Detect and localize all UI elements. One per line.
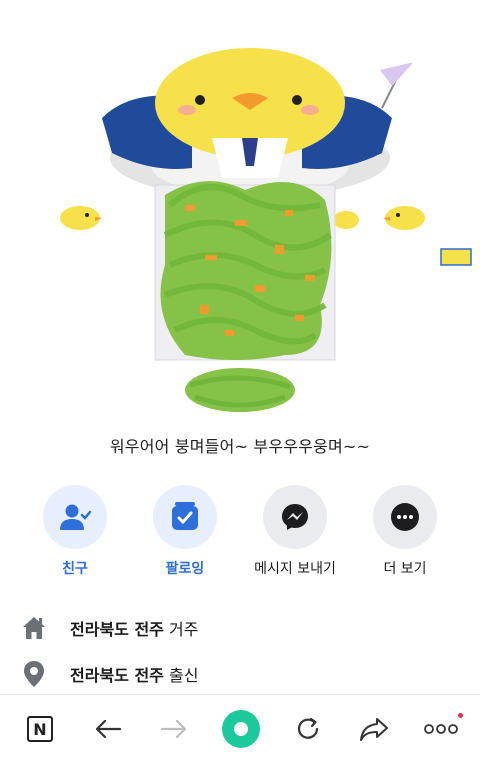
following-button[interactable]: 팔로잉 [130,485,240,578]
messenger-icon [263,485,327,549]
mini-image-thumbnail-icon [440,248,472,266]
residence-suffix: 거주 [168,620,199,639]
following-label: 팔로잉 [165,561,205,577]
friend-button[interactable]: 친구 [20,485,130,578]
notification-dot [458,713,463,718]
browser-bottom-bar: N [0,694,480,763]
profile-actions: 친구 팔로잉 메시지 보내기 더 보기 [0,485,480,585]
send-message-button[interactable]: 메시지 보내기 [240,485,350,578]
refresh-icon[interactable] [290,711,326,747]
mini-chick-right-icon [383,206,425,230]
n-logo-icon[interactable]: N [22,711,58,747]
hometown-suffix: 출신 [168,666,199,685]
profile-photo[interactable] [145,165,345,415]
info-row-hometown: 전라북도 전주 출신 [0,652,480,692]
share-icon[interactable] [356,711,392,747]
more-label: 더 보기 [383,561,427,577]
forward-arrow-icon[interactable] [156,711,192,747]
mini-chick-left-icon [60,206,102,230]
back-arrow-icon[interactable] [90,711,126,747]
more-dots-icon[interactable] [420,711,462,747]
more-icon [373,485,437,549]
residence-place: 전라북도 전주 [70,620,164,639]
send-message-label: 메시지 보내기 [254,561,336,577]
more-button[interactable]: 더 보기 [350,485,460,578]
home-icon [20,614,48,642]
green-home-icon[interactable] [220,708,262,750]
friend-label: 친구 [62,561,88,577]
following-check-icon [153,485,217,549]
status-message: 워우어어 붕며들어~ 부우우우웅며~~ [109,437,371,456]
info-row-residence: 전라북도 전주 거주 [0,606,480,646]
hometown-place: 전라북도 전주 [70,666,164,685]
location-pin-icon [20,660,48,688]
friend-check-icon [43,485,107,549]
